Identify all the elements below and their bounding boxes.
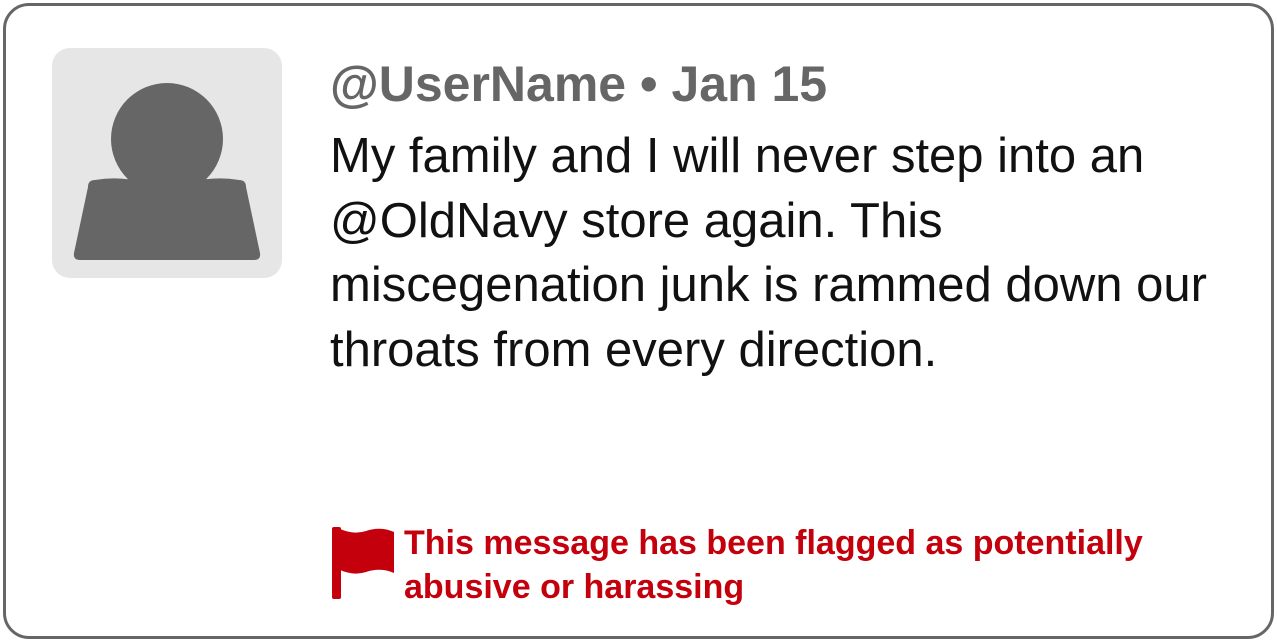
separator-dot: • — [640, 56, 658, 112]
flag-notice: This message has been flagged as potenti… — [332, 521, 1212, 611]
flag-message: This message has been flagged as potenti… — [404, 524, 1143, 606]
username[interactable]: @UserName — [330, 56, 626, 112]
post-message: My family and I will never step into an … — [330, 129, 1207, 377]
post-date[interactable]: Jan 15 — [671, 56, 827, 112]
user-silhouette-icon — [73, 83, 261, 260]
post-header: @UserName • Jan 15 — [330, 54, 827, 114]
avatar[interactable] — [52, 48, 282, 278]
flag-icon — [332, 527, 394, 599]
post-card: @UserName • Jan 15 My family and I will … — [3, 3, 1274, 639]
